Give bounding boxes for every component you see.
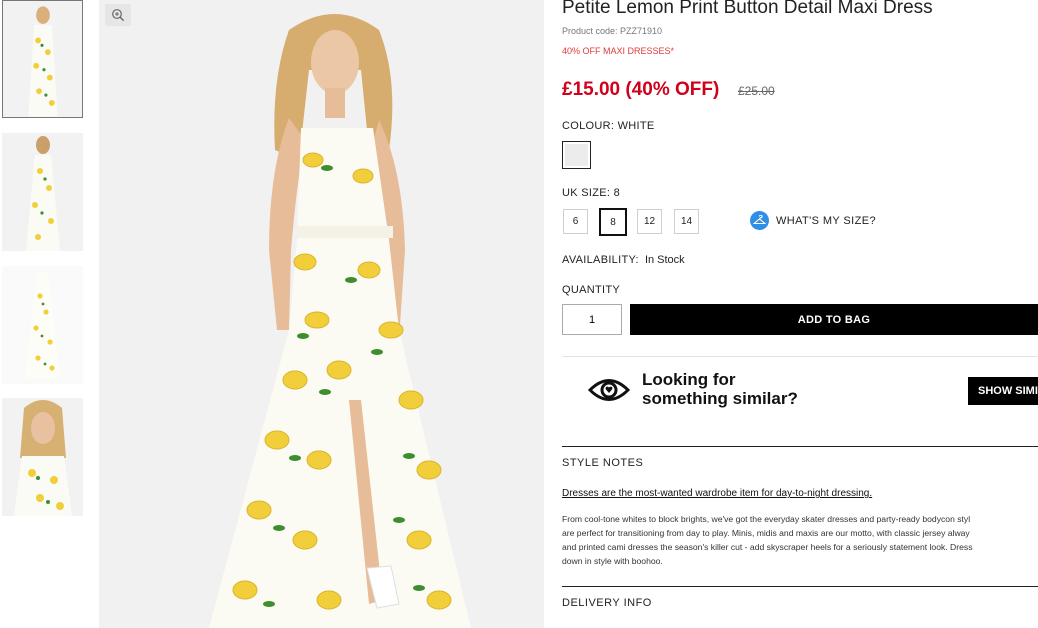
style-notes-line: are perfect for transitioning from day t… [562,528,970,538]
availability-value: In Stock [644,254,685,266]
size-option-12[interactable]: 12 [637,209,662,234]
hanger-icon [750,211,769,230]
size-value: 8 [613,187,621,199]
style-notes-line: down in style with boohoo. [562,556,663,566]
swatch-fill [565,144,588,166]
similar-line-1: Looking for [642,370,736,389]
size-option-8[interactable]: 8 [599,208,627,236]
colour-swatch-white[interactable] [562,141,591,169]
promo-text[interactable]: 40% OFF MAXI DRESSES* [562,46,674,56]
main-product-image[interactable] [99,0,544,628]
eye-icon [588,379,630,401]
divider [562,446,1038,447]
thumbnail-flat-image [2,266,83,384]
original-price: £25.00 [738,84,775,98]
product-code: Product code: PZZ71910 [562,26,663,36]
thumbnail-front-image [3,1,82,117]
zoom-button[interactable] [105,4,131,26]
style-notes-link[interactable]: Dresses are the most-wanted wardrobe ite… [562,488,872,499]
thumbnail-closeup[interactable] [2,398,83,516]
size-option-6[interactable]: 6 [563,209,588,234]
style-notes-body: From cool-tone whites to block brights, … [562,512,1038,568]
show-similar-button[interactable]: SHOW SIMI [968,377,1038,405]
zoom-in-icon [112,9,125,22]
similar-heading: Looking for something similar? [642,370,798,408]
model-photo [99,0,544,628]
sale-price: £15.00 (40% OFF) [562,79,720,100]
availability: AVAILABILITY: In Stock [562,254,685,266]
thumbnail-closeup-image [2,398,83,516]
divider [562,586,1038,587]
whats-my-size-label: WHAT'S MY SIZE? [776,214,876,227]
quantity-input[interactable] [562,304,622,335]
style-notes-heading[interactable]: STYLE NOTES [562,457,643,469]
colour-label: COLOUR: WHITE [562,120,655,132]
quantity-label: QUANTITY [562,284,621,296]
availability-label: AVAILABILITY: [562,254,639,266]
colour-value: WHITE [617,120,655,132]
colour-label-text: COLOUR: [562,120,615,132]
size-option-14[interactable]: 14 [674,209,699,234]
style-notes-line: and printed cami dresses the season's ki… [562,542,973,552]
thumbnail-back[interactable] [2,133,83,251]
divider [562,356,1038,357]
delivery-info-heading[interactable]: DELIVERY INFO [562,597,652,609]
thumbnail-back-image [2,133,83,251]
style-notes-line: From cool-tone whites to block brights, … [562,514,971,524]
size-label-text: UK SIZE: [562,187,611,199]
size-label: UK SIZE: 8 [562,187,620,199]
similar-line-2: something similar? [642,389,798,408]
whats-my-size-link[interactable]: WHAT'S MY SIZE? [750,211,876,230]
thumbnail-front[interactable] [2,0,83,118]
add-to-bag-button[interactable]: ADD TO BAG [630,304,1038,335]
product-details: Petite Lemon Print Button Detail Maxi Dr… [562,0,1038,628]
thumbnail-flat[interactable] [2,266,83,384]
product-title: Petite Lemon Print Button Detail Maxi Dr… [562,0,933,18]
